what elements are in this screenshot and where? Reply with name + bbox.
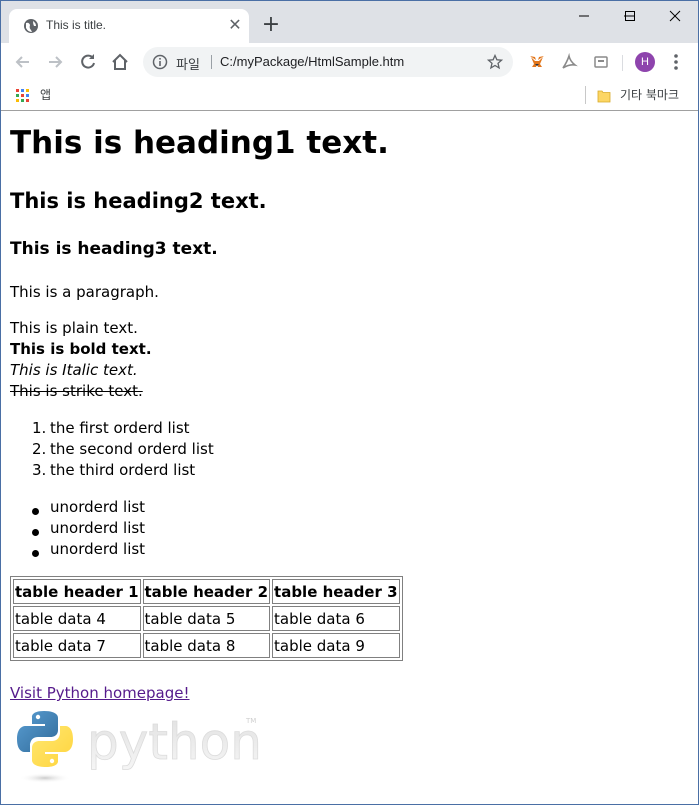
table-header-row: table header 1 table header 2 table head…: [13, 579, 400, 604]
metamask-extension-icon[interactable]: [527, 52, 547, 72]
table-cell: table data 4: [13, 606, 141, 631]
scheme-label: 파일: [176, 58, 200, 73]
profile-avatar[interactable]: H: [635, 52, 655, 72]
table-header-cell: table header 2: [142, 579, 271, 604]
heading-3: This is heading3 text.: [10, 239, 218, 259]
maximize-button-2[interactable]: [607, 1, 653, 31]
table-cell: table data 5: [142, 606, 271, 631]
heading-1: This is heading1 text.: [10, 125, 389, 161]
list-item: the first orderd list: [50, 419, 190, 437]
bullet-icon: [32, 550, 39, 557]
forward-button[interactable]: [44, 51, 66, 73]
table-cell: table data 8: [142, 633, 271, 658]
home-icon: [112, 53, 128, 70]
bookmarks-divider: [585, 86, 586, 104]
strike-text: This is strike text.: [10, 382, 143, 400]
python-tm: TM: [245, 717, 256, 725]
close-tab-icon[interactable]: ✕: [227, 17, 243, 33]
bullet-icon: [32, 529, 39, 536]
bookmark-star-icon[interactable]: [486, 53, 504, 74]
address-bar[interactable]: 파일 C:/myPackage/HtmlSample.htm: [143, 47, 513, 77]
list-item: the second orderd list: [50, 440, 214, 458]
italic-text: This is Italic text.: [10, 361, 138, 379]
table-cell: table data 9: [272, 633, 400, 658]
bold-text: This is bold text.: [10, 340, 152, 358]
other-bookmarks[interactable]: 기타 북마크: [620, 86, 679, 103]
bullet-icon: [32, 508, 39, 515]
page-content: This is heading1 text. This is heading2 …: [1, 111, 698, 804]
globe-icon: [23, 18, 39, 34]
apps-grid-icon[interactable]: [16, 88, 30, 107]
cast-extension-icon[interactable]: [591, 52, 611, 72]
pdf-extension-icon[interactable]: [559, 52, 579, 72]
apps-label[interactable]: 앱: [40, 86, 51, 103]
tab-strip: This is title. ✕ +: [1, 1, 698, 43]
bookmarks-bar: 앱 기타 북마크: [1, 81, 698, 111]
python-logo[interactable]: python TM: [15, 709, 265, 785]
tab-active[interactable]: This is title. ✕: [9, 9, 249, 43]
list-item: the third orderd list: [50, 461, 196, 479]
list-number: 1.: [32, 419, 47, 437]
url-text[interactable]: C:/myPackage/HtmlSample.htm: [220, 54, 404, 69]
reload-button[interactable]: [77, 51, 99, 73]
list-number: 3.: [32, 461, 47, 479]
back-arrow-icon: [15, 56, 29, 68]
table-cell: table data 7: [13, 633, 141, 658]
list-item: unorderd list: [50, 519, 146, 537]
list-item: unorderd list: [50, 498, 146, 516]
toolbar-divider: [622, 55, 623, 71]
new-tab-button[interactable]: +: [261, 14, 281, 36]
home-button[interactable]: [109, 51, 131, 73]
forward-arrow-icon: [49, 56, 63, 68]
tab-title: This is title.: [46, 18, 107, 32]
python-wordmark: python: [87, 713, 262, 771]
table-header-cell: table header 1: [13, 579, 141, 604]
browser-window: This is title. ✕ + 파일 C:/myPackage/HtmlS…: [0, 0, 699, 805]
back-button[interactable]: [12, 51, 34, 73]
folder-icon: [597, 88, 611, 107]
info-icon[interactable]: [152, 54, 168, 74]
paragraph: This is a paragraph.: [10, 283, 159, 301]
table-cell: table data 6: [272, 606, 400, 631]
reload-icon: [81, 54, 95, 69]
list-number: 2.: [32, 440, 47, 458]
maximize-icon: [625, 11, 635, 21]
table-header-cell: table header 3: [272, 579, 400, 604]
list-item: unorderd list: [50, 540, 146, 558]
minimize-button-2[interactable]: [561, 1, 607, 31]
plain-text: This is plain text.: [10, 319, 138, 337]
heading-2: This is heading2 text.: [10, 189, 267, 213]
toolbar: 파일 C:/myPackage/HtmlSample.htm H: [1, 43, 698, 81]
minimize-line-icon: [579, 15, 589, 17]
close-window-icon: [669, 10, 681, 22]
more-menu-icon[interactable]: [673, 53, 679, 75]
python-homepage-link[interactable]: Visit Python homepage!: [10, 684, 190, 702]
table-row: table data 4 table data 5 table data 6: [13, 606, 400, 631]
table-row: table data 7 table data 8 table data 9: [13, 633, 400, 658]
close-window-button[interactable]: [652, 1, 698, 31]
omnibox-divider: [211, 55, 212, 69]
data-table: table header 1 table header 2 table head…: [10, 576, 403, 661]
